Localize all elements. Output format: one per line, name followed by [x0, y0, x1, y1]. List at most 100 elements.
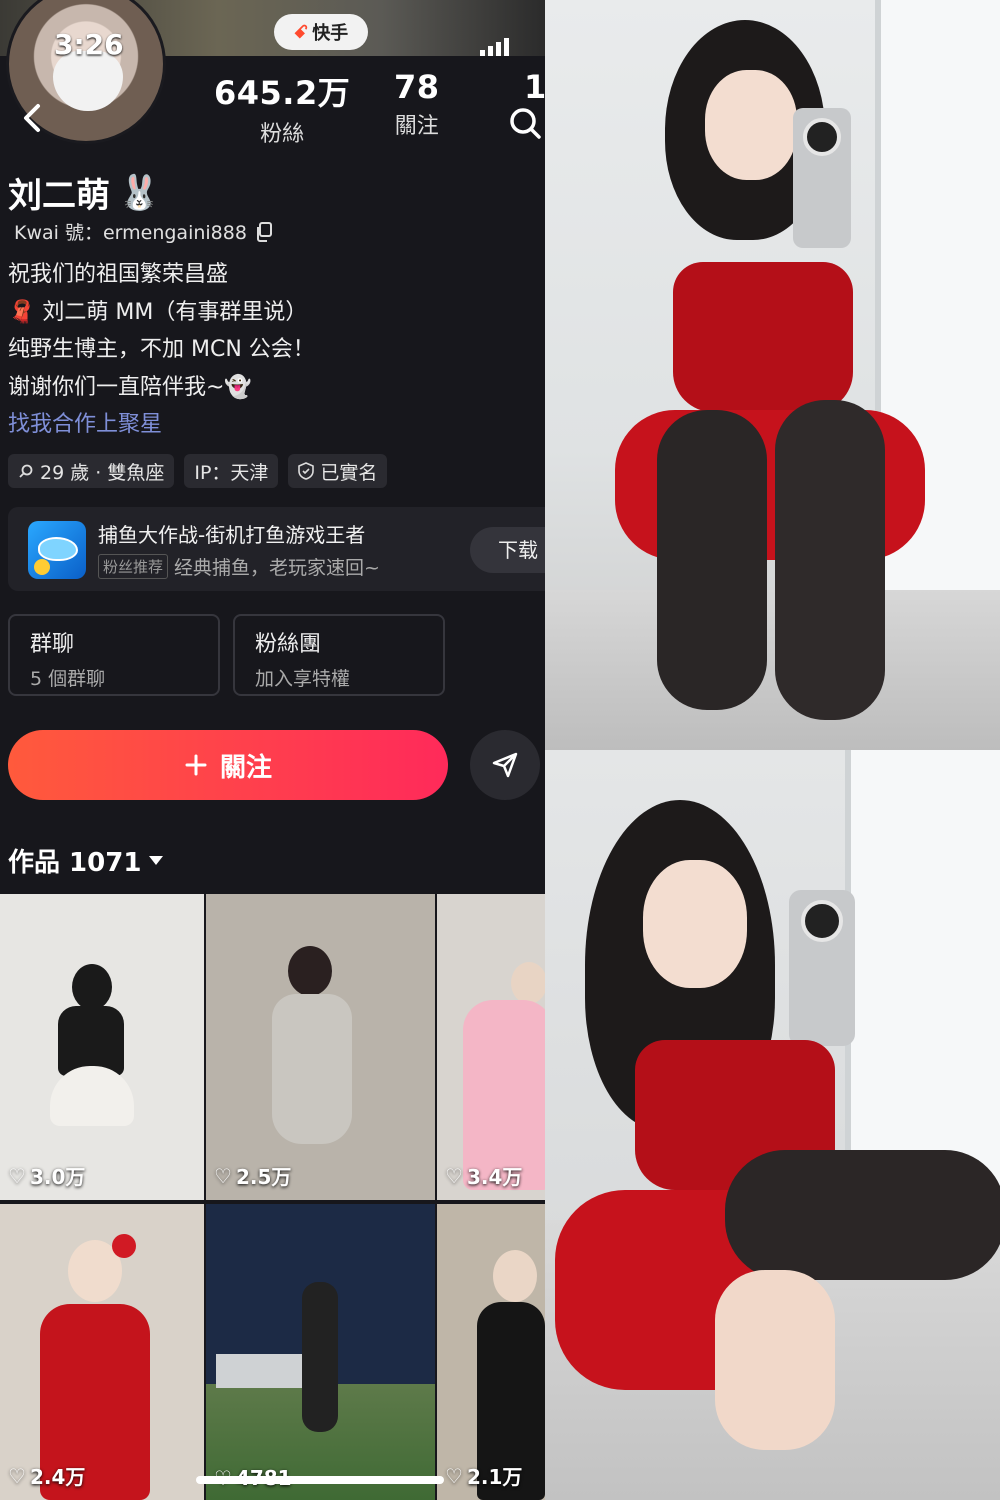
profile-name-text: 刘二萌 [8, 176, 110, 216]
bio-line: 纯野生博主，不加 MCN 公会！ [8, 337, 315, 362]
verified-tag-text: 已實名 [320, 461, 378, 484]
collab-link[interactable]: 找我合作上聚星 [8, 406, 315, 444]
group-chat-title: 群聊 [30, 632, 75, 657]
works-dropdown[interactable]: 作品 1071 [8, 842, 164, 879]
camera-lens [803, 118, 841, 156]
heart-icon: ♡ [8, 1163, 26, 1188]
face [643, 860, 747, 988]
heart-icon: ♡ [445, 1163, 463, 1188]
follow-button-label: 關注 [219, 752, 272, 783]
rabbit-icon: 🐰 [118, 172, 161, 213]
group-chat-subtitle: 5 個群聊 [30, 668, 106, 690]
profile-tags: 29 歲 · 雙魚座 IP：天津 已實名 [8, 454, 388, 488]
like-count: ♡ 2.5万 [214, 1161, 291, 1190]
leg-left [657, 410, 767, 710]
likes-stat[interactable]: 1. [524, 68, 545, 106]
thumb-building [216, 1354, 306, 1388]
ad-card[interactable]: 捕鱼大作战-街机打鱼游戏王者 粉丝推荐 经典捕鱼，老玩家速回~ 下载 [8, 507, 545, 591]
photo-top [545, 0, 1000, 750]
bio-line: 🧣 刘二萌 MM（有事群里说） [8, 299, 308, 325]
thumb-figure-body-4 [302, 1282, 338, 1432]
floor [545, 590, 1000, 750]
ad-badge: 粉丝推荐 [98, 554, 169, 579]
brand-badge: ꗃ 快手 [274, 14, 368, 50]
verified-tag: 已實名 [288, 454, 388, 488]
thumb-figure-head [72, 964, 112, 1010]
thumb-figure-head [493, 1250, 537, 1302]
following-label: 關注 [394, 114, 439, 139]
caret-down-icon [149, 856, 164, 865]
home-indicator[interactable] [196, 1476, 444, 1484]
like-count-text: 3.0万 [29, 1165, 86, 1189]
like-count-text: 3.4万 [466, 1165, 523, 1189]
ip-tag-text: IP：天津 [194, 461, 269, 484]
heart-icon: ♡ [214, 1163, 232, 1188]
age-tag-text: 29 歲 · 雙魚座 [40, 461, 165, 484]
fan-club-subtitle: 加入享特權 [255, 668, 351, 690]
video-thumbnail[interactable]: ♡ 3.0万 [0, 894, 204, 1200]
fan-club-card[interactable]: 粉絲團 加入享特權 [233, 614, 445, 696]
face [705, 70, 797, 180]
ad-subtitle-text: 经典捕鱼，老玩家速回~ [174, 557, 380, 579]
download-button[interactable]: 下载 [470, 527, 545, 573]
video-thumbnail[interactable]: ♡ 2.1万 [437, 1204, 545, 1500]
plus-icon [185, 754, 207, 776]
followers-label: 粉絲 [260, 122, 305, 147]
following-stat[interactable]: 78 關注 [394, 68, 440, 140]
ad-title: 捕鱼大作战-街机打鱼游戏王者 [98, 523, 366, 547]
like-count-text: 2.5万 [235, 1165, 292, 1189]
fishing-game-icon [28, 521, 86, 579]
search-icon[interactable] [506, 104, 545, 144]
gender-icon [19, 464, 33, 478]
copy-icon[interactable] [255, 221, 273, 242]
follow-button[interactable]: 關注 [8, 730, 448, 800]
heart-icon: ♡ [8, 1463, 26, 1488]
followers-count: 645.2万 [214, 74, 351, 112]
video-thumbnail[interactable]: ♡ 2.4万 [0, 1204, 204, 1500]
kwai-id-text: Kwai 號：ermengaini888 [14, 222, 247, 244]
works-label: 作品 1071 [8, 848, 142, 878]
share-button[interactable] [470, 730, 540, 800]
ip-tag: IP：天津 [184, 454, 279, 488]
heart-icon: ♡ [445, 1463, 463, 1488]
like-count-text: 2.1万 [466, 1465, 523, 1489]
camera-lens [801, 900, 843, 942]
red-top [673, 262, 853, 412]
followers-stat[interactable]: 645.2万 粉絲 [214, 68, 350, 148]
like-count: ♡ 2.1万 [445, 1461, 522, 1490]
back-arrow-icon[interactable] [16, 100, 52, 136]
like-count: ♡ 3.4万 [445, 1161, 522, 1190]
thumb-figure-head [288, 946, 332, 996]
bio: 祝我们的祖国繁荣昌盛 🧣 刘二萌 MM（有事群里说） 纯野生博主，不加 MCN … [8, 256, 315, 444]
like-count: ♡ 3.0万 [8, 1161, 85, 1190]
like-count: ♡ 2.4万 [8, 1461, 85, 1490]
bio-line: 谢谢你们一直陪伴我~👻 [8, 374, 252, 400]
send-icon [492, 752, 518, 778]
thumb-figure-body-1 [272, 994, 352, 1144]
photo-bottom [545, 750, 1000, 1500]
group-chat-card[interactable]: 群聊 5 個群聊 [8, 614, 220, 696]
video-thumbnail[interactable]: ♡ 3.4万 [437, 894, 545, 1200]
kuaishou-logo-icon: ꗃ [293, 21, 309, 43]
age-tag: 29 歲 · 雙魚座 [8, 454, 175, 488]
signal-icon [480, 38, 509, 56]
bio-line: 祝我们的祖国繁荣昌盛 [8, 262, 229, 287]
leg-lower [715, 1270, 835, 1450]
fan-club-title: 粉絲團 [255, 632, 322, 657]
like-count-text: 2.4万 [29, 1465, 86, 1489]
kwai-id: Kwai 號：ermengaini888 [14, 218, 273, 245]
following-count: 78 [394, 68, 440, 106]
flower-icon [112, 1234, 136, 1258]
leg-right [775, 400, 885, 720]
likes-count: 1. [524, 68, 545, 106]
shield-check-icon [298, 462, 315, 480]
thumb-figure-head [511, 962, 545, 1004]
brand-label: 快手 [312, 23, 349, 44]
leg-upper [725, 1150, 1000, 1280]
video-thumbnail[interactable]: ♡ 2.5万 [206, 894, 435, 1200]
profile-screen: 3:26 ꗃ 快手 645.2万 粉絲 78 關注 1. 刘二萌 🐰 Kwai … [0, 0, 545, 1500]
status-time: 3:26 [54, 28, 124, 61]
ad-subtitle: 粉丝推荐 经典捕鱼，老玩家速回~ [98, 553, 380, 580]
video-thumbnail[interactable]: ♡4781 [206, 1204, 435, 1500]
profile-name: 刘二萌 🐰 [8, 168, 160, 217]
